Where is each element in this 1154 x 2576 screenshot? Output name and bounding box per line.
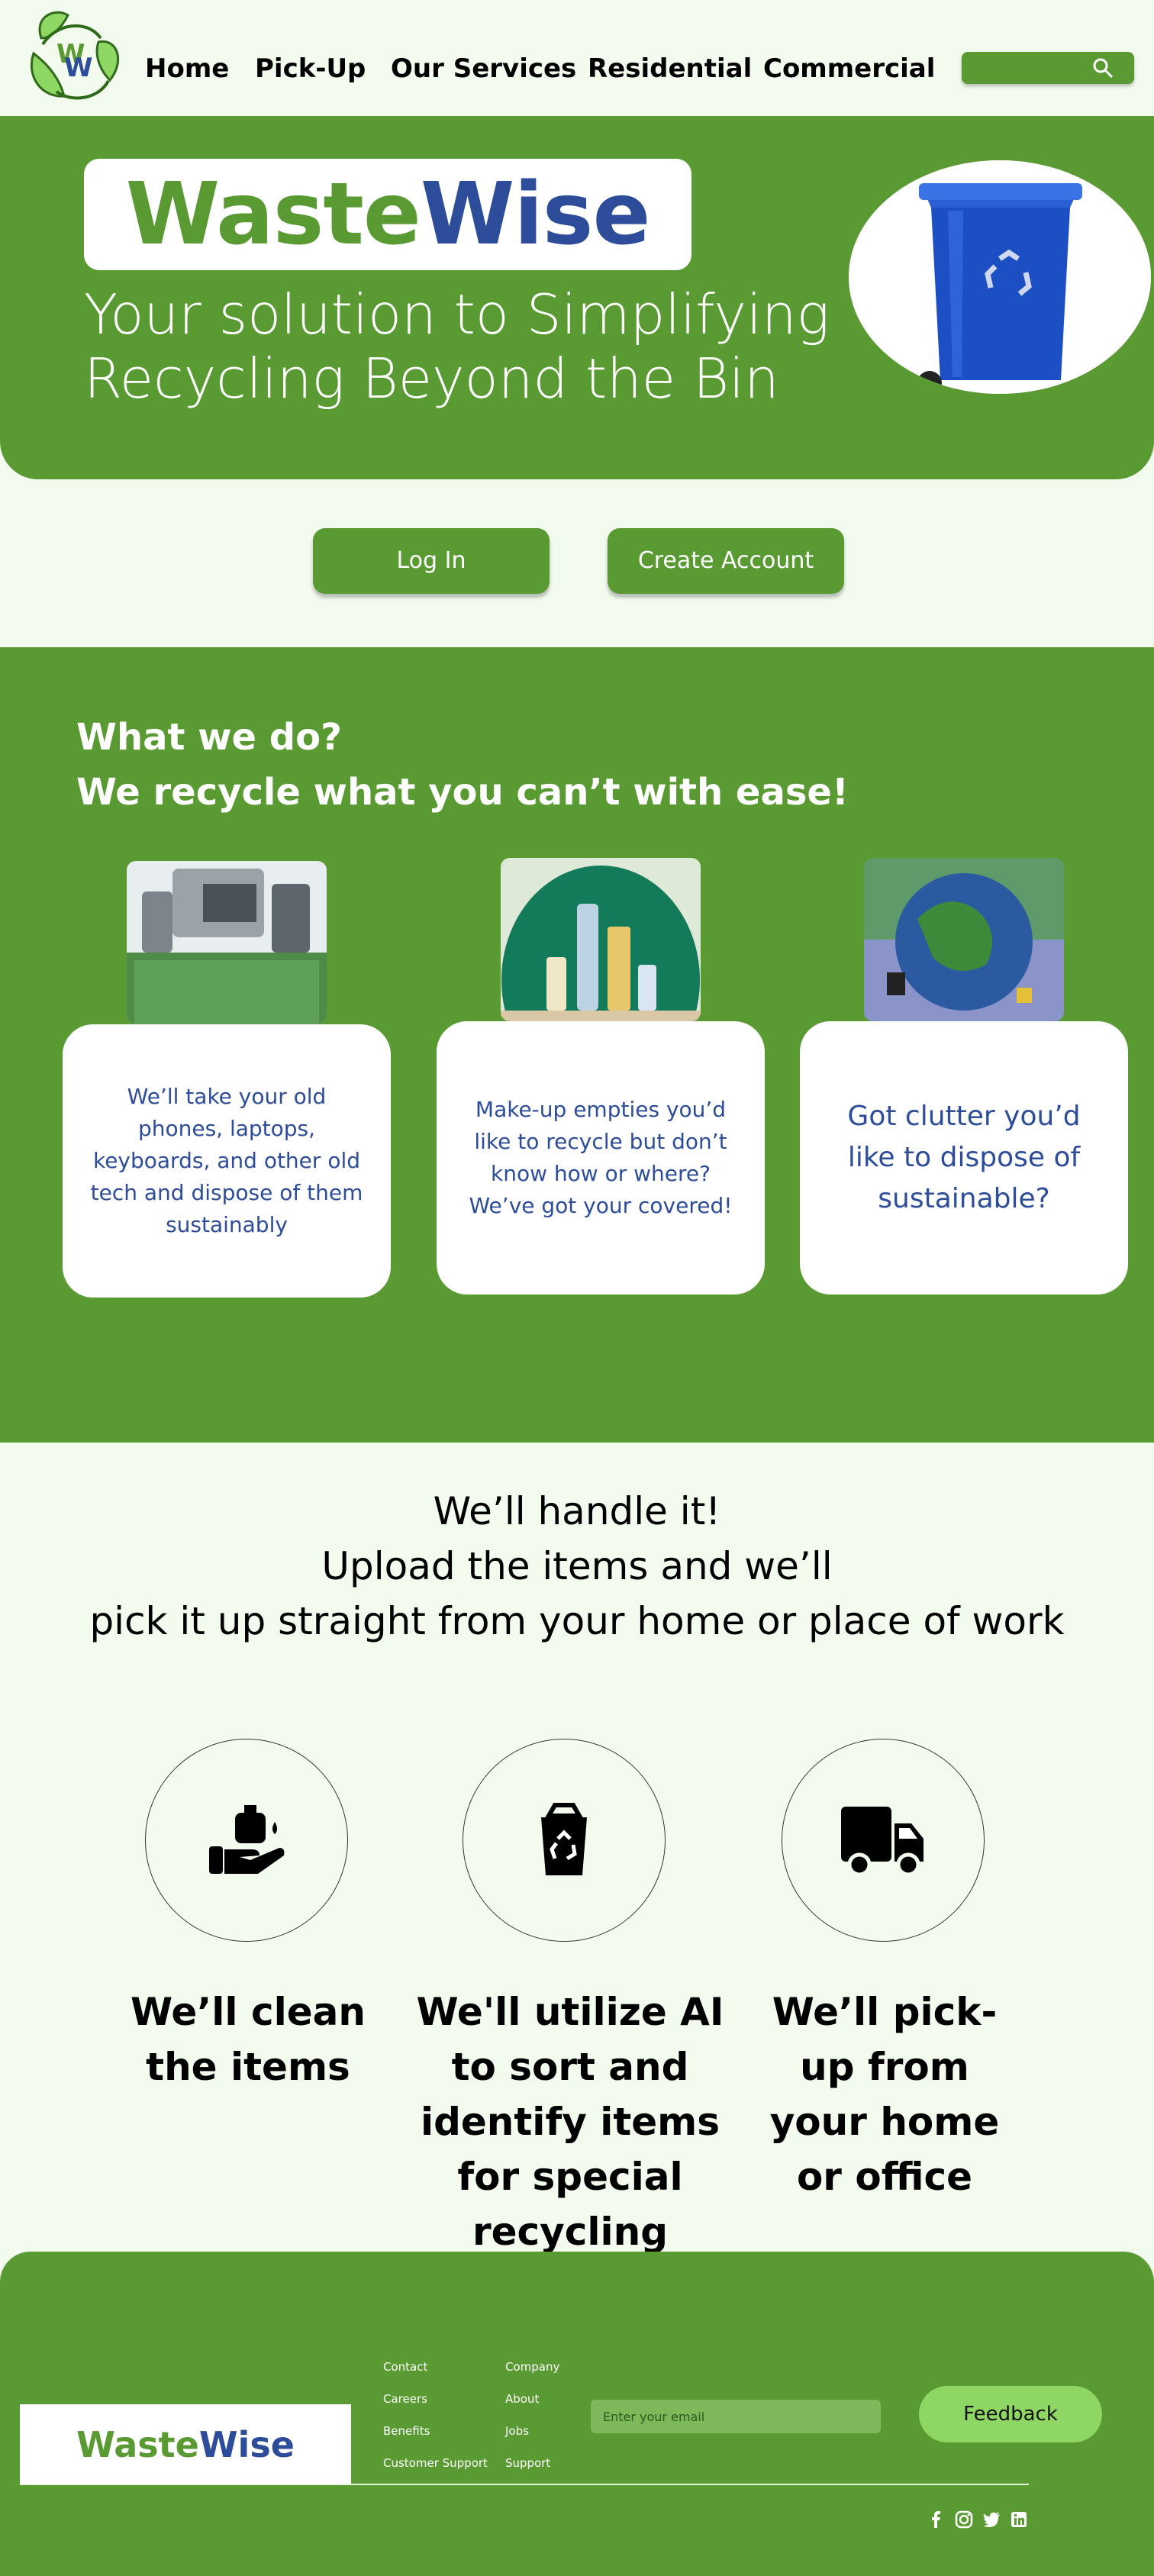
footer-link-company[interactable]: Company — [505, 2360, 559, 2374]
linkedin-icon[interactable] — [1009, 2510, 1029, 2529]
hero-section: WasteWise Your solution to Simplifying R… — [0, 116, 1154, 479]
step-circle-clean — [145, 1739, 348, 1942]
footer-link-careers[interactable]: Careers — [383, 2392, 427, 2406]
step-label-clean: We’ll clean the items — [131, 1990, 366, 2089]
hero-tagline: Your solution to Simplifying Recycling B… — [84, 282, 847, 411]
what-subheading: We recycle what you can’t with ease! — [76, 771, 849, 814]
svg-text:W: W — [64, 53, 93, 83]
handle-it-text: We’ll handle it! Upload the items and we… — [0, 1484, 1154, 1649]
footer-brand-waste: Waste — [76, 2424, 199, 2465]
electronics-image — [127, 861, 327, 1024]
footer-link-customer-support[interactable]: Customer Support — [383, 2456, 488, 2470]
card-makeup: Make-up empties you’d like to recycle bu… — [437, 1021, 765, 1294]
brand-waste-text: Waste — [125, 165, 421, 264]
footer-link-benefits[interactable]: Benefits — [383, 2424, 430, 2438]
instagram-icon[interactable] — [954, 2510, 974, 2529]
footer: WasteWise Contact Careers Benefits Custo… — [0, 2252, 1154, 2576]
step-label-sort: We'll utilize AI to sort and identify it… — [416, 1990, 724, 2254]
nav-our-services[interactable]: Our Services — [391, 53, 576, 84]
tagline-line-2: Recycling Beyond the Bin — [84, 347, 779, 411]
top-nav: W W Home Pick-Up Our Services Residentia… — [0, 0, 1154, 116]
twitter-icon[interactable] — [982, 2510, 1001, 2529]
search-icon[interactable] — [1091, 56, 1114, 79]
footer-link-support[interactable]: Support — [505, 2456, 550, 2470]
hero-brand-logo: WasteWise — [84, 159, 691, 270]
step-label-pickup: We’ll pick-up from your home or office — [769, 1990, 1000, 2199]
create-account-button[interactable]: Create Account — [608, 528, 844, 594]
card-clutter: Got clutter you’d like to dispose of sus… — [800, 1021, 1128, 1294]
handle-line-3: pick it up straight from your home or pl… — [89, 1599, 1065, 1643]
what-we-do-section: What we do? We recycle what you can’t wi… — [0, 647, 1154, 1443]
tagline-line-1: Your solution to Simplifying — [84, 282, 830, 347]
what-heading: What we do? — [76, 716, 342, 759]
truck-icon — [841, 1807, 924, 1877]
card-electronics: We’ll take your old phones, laptops, key… — [63, 1024, 391, 1298]
footer-link-contact[interactable]: Contact — [383, 2360, 427, 2374]
nav-pick-up[interactable]: Pick-Up — [255, 53, 366, 84]
step-circle-pickup — [782, 1739, 985, 1942]
nav-home[interactable]: Home — [145, 53, 229, 84]
email-field[interactable] — [591, 2400, 881, 2433]
facebook-icon[interactable] — [927, 2510, 946, 2529]
footer-divider — [20, 2484, 1029, 2485]
recycle-bag-icon — [541, 1803, 587, 1875]
blue-bin-icon — [849, 160, 1151, 394]
handle-line-1: We’ll handle it! — [433, 1489, 721, 1533]
footer-brand-wise: Wise — [198, 2424, 295, 2465]
step-circle-sort — [463, 1739, 666, 1942]
wastewise-logo-icon[interactable]: W W — [26, 8, 128, 104]
makeup-empties-image — [501, 858, 701, 1021]
earth-clutter-image — [864, 858, 1064, 1021]
hand-wash-icon — [209, 1805, 285, 1874]
nav-residential[interactable]: Residential — [588, 53, 752, 84]
handle-line-2: Upload the items and we’ll — [321, 1544, 833, 1588]
footer-link-about[interactable]: About — [505, 2392, 539, 2406]
nav-commercial[interactable]: Commercial — [763, 53, 935, 84]
footer-brand-logo: WasteWise — [20, 2404, 351, 2485]
search-input[interactable] — [962, 52, 1134, 84]
footer-link-jobs[interactable]: Jobs — [505, 2424, 529, 2438]
feedback-button[interactable]: Feedback — [919, 2386, 1102, 2442]
brand-wise-text: Wise — [420, 165, 651, 264]
recycling-bin-image — [849, 160, 1151, 394]
log-in-button[interactable]: Log In — [313, 528, 550, 594]
